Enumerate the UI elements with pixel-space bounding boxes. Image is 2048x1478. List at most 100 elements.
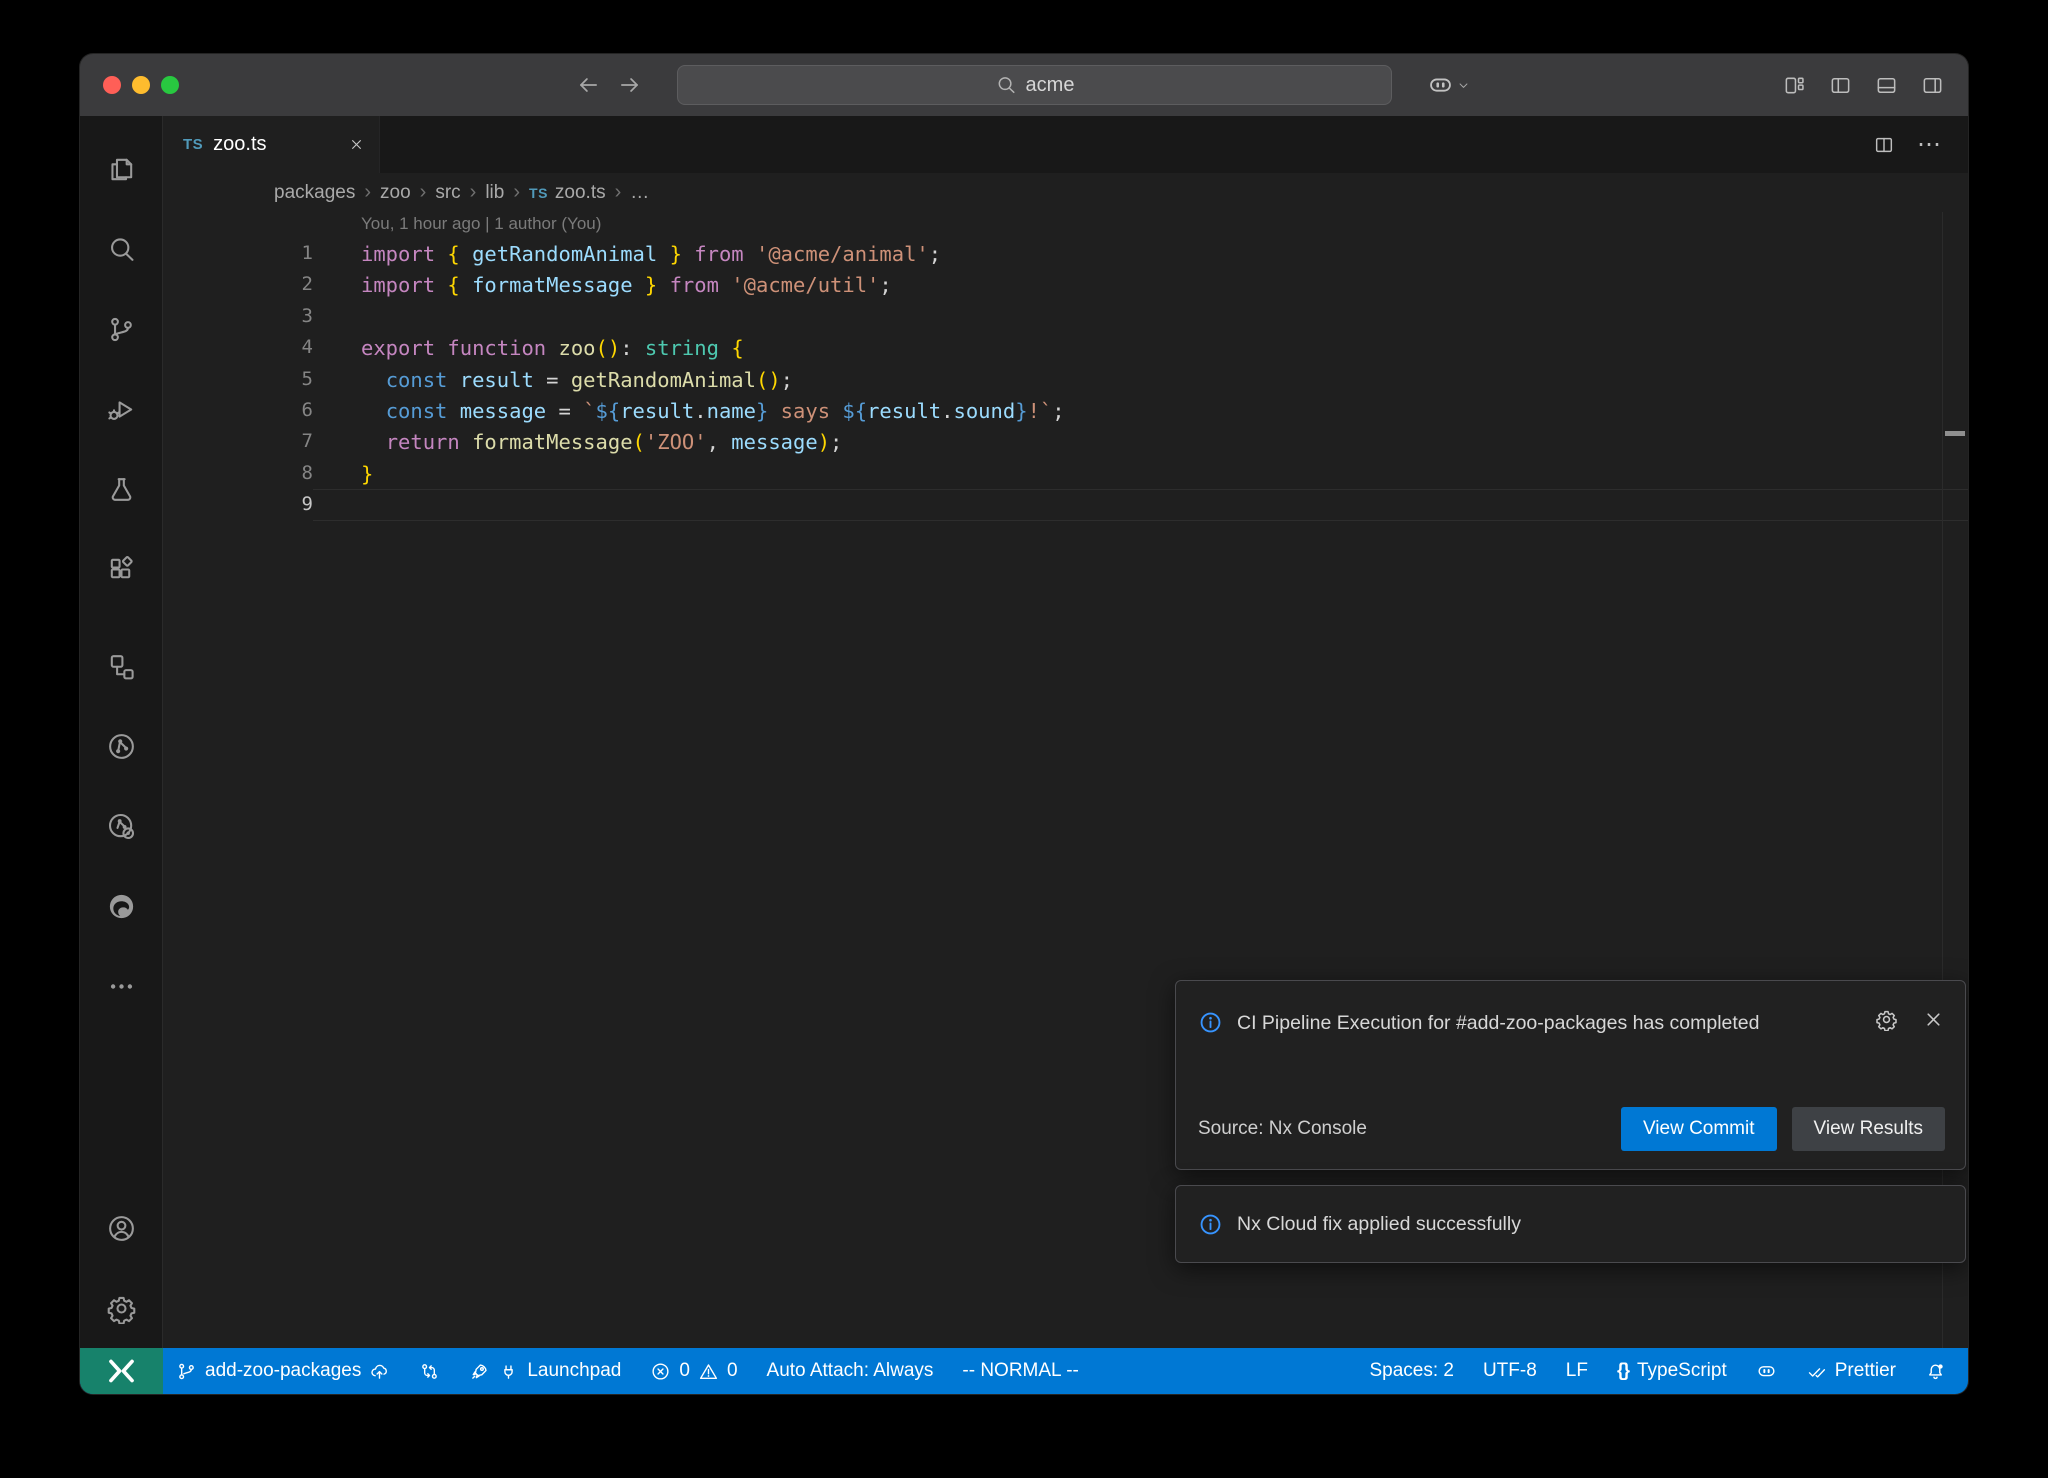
activity-accounts[interactable] bbox=[80, 1188, 163, 1268]
activity-settings[interactable] bbox=[80, 1268, 163, 1348]
code-line-9[interactable]: 9 bbox=[163, 489, 1968, 520]
status-git-compare[interactable] bbox=[419, 1348, 440, 1394]
status-git-branch[interactable]: add-zoo-packages bbox=[176, 1348, 390, 1394]
info-icon bbox=[1198, 1212, 1223, 1237]
view-results-button[interactable]: View Results bbox=[1792, 1107, 1945, 1151]
status-label: add-zoo-packages bbox=[205, 1360, 361, 1382]
breadcrumb-item[interactable]: zoo bbox=[380, 182, 411, 204]
toggle-panel-icon[interactable] bbox=[1875, 74, 1898, 97]
status-prettier[interactable]: Prettier bbox=[1806, 1348, 1896, 1394]
activity-edge-devtools[interactable] bbox=[80, 866, 163, 946]
status-language[interactable]: {}TypeScript bbox=[1617, 1348, 1727, 1394]
breadcrumb-label: zoo.ts bbox=[555, 182, 606, 204]
activity-extensions[interactable] bbox=[80, 529, 163, 609]
status-label: Launchpad bbox=[527, 1360, 621, 1382]
line-number: 1 bbox=[163, 238, 313, 269]
git-blame-lens[interactable]: You, 1 hour ago | 1 author (You) bbox=[361, 214, 601, 234]
code-line-1[interactable]: 1import { getRandomAnimal } from '@acme/… bbox=[163, 238, 1968, 269]
status-problems[interactable]: 00 bbox=[650, 1348, 737, 1394]
status-encoding[interactable]: UTF-8 bbox=[1483, 1348, 1537, 1394]
activity-source-control[interactable] bbox=[80, 289, 163, 369]
error-icon bbox=[650, 1361, 671, 1382]
settings-icon bbox=[106, 1293, 137, 1324]
code-line-2[interactable]: 2import { formatMessage } from '@acme/ut… bbox=[163, 269, 1968, 300]
title-bar: acme bbox=[80, 54, 1968, 116]
status-vim-mode[interactable]: -- NORMAL -- bbox=[962, 1348, 1078, 1394]
view-commit-button[interactable]: View Commit bbox=[1621, 1107, 1777, 1151]
code-line-8[interactable]: 8} bbox=[163, 458, 1968, 489]
status-label: Spaces: 2 bbox=[1369, 1360, 1454, 1382]
edge-devtools-icon bbox=[106, 891, 137, 922]
status-label: Prettier bbox=[1835, 1360, 1896, 1382]
activity-explorer[interactable] bbox=[80, 129, 163, 209]
git-compare-icon bbox=[419, 1361, 440, 1382]
code-line-4[interactable]: 4export function zoo(): string { bbox=[163, 332, 1968, 363]
breadcrumb-item[interactable]: src bbox=[435, 182, 460, 204]
breadcrumb-separator: › bbox=[513, 181, 520, 204]
breadcrumb-label: src bbox=[435, 182, 460, 204]
breadcrumb-label: packages bbox=[274, 182, 355, 204]
line-number: 6 bbox=[163, 395, 313, 426]
window-controls bbox=[103, 76, 179, 94]
activity-project-graph[interactable] bbox=[80, 626, 163, 706]
breadcrumb-item[interactable]: packages bbox=[274, 182, 355, 204]
code-line-5[interactable]: 5 const result = getRandomAnimal(); bbox=[163, 364, 1968, 395]
command-center-search[interactable]: acme bbox=[677, 65, 1392, 105]
breadcrumb-item[interactable]: lib bbox=[485, 182, 504, 204]
status-auto-attach[interactable]: Auto Attach: Always bbox=[767, 1348, 934, 1394]
tab-bar: TS zoo.ts ⋯ bbox=[163, 116, 1968, 173]
status-label: -- NORMAL -- bbox=[962, 1360, 1078, 1382]
status-indentation[interactable]: Spaces: 2 bbox=[1369, 1348, 1454, 1394]
minimize-window-button[interactable] bbox=[132, 76, 150, 94]
activity-nx-console[interactable] bbox=[80, 706, 163, 786]
code-text: import { getRandomAnimal } from '@acme/a… bbox=[313, 238, 1968, 269]
layout-controls bbox=[1783, 54, 1944, 116]
close-tab-icon[interactable] bbox=[348, 136, 365, 153]
toggle-primary-sidebar-icon[interactable] bbox=[1829, 74, 1852, 97]
breadcrumb: packages›zoo›src›lib›TSzoo.ts›… bbox=[163, 173, 1968, 212]
split-editor-icon[interactable] bbox=[1873, 134, 1895, 156]
chevron-down-icon bbox=[1456, 78, 1471, 93]
breadcrumb-item[interactable]: TSzoo.ts bbox=[529, 182, 606, 204]
status-launchpad[interactable]: Launchpad bbox=[469, 1348, 621, 1394]
activity-search[interactable] bbox=[80, 209, 163, 289]
breadcrumb-item[interactable]: … bbox=[630, 182, 649, 204]
activity-nx-cloud[interactable] bbox=[80, 786, 163, 866]
code-line-6[interactable]: 6 const message = `${result.name} says $… bbox=[163, 395, 1968, 426]
toggle-secondary-sidebar-icon[interactable] bbox=[1921, 74, 1944, 97]
customize-layout-icon[interactable] bbox=[1783, 74, 1806, 97]
code-text: export function zoo(): string { bbox=[313, 332, 1968, 363]
zoom-window-button[interactable] bbox=[161, 76, 179, 94]
activity-run-debug[interactable] bbox=[80, 369, 163, 449]
copilot-menu[interactable] bbox=[1427, 54, 1471, 116]
status-eol[interactable]: LF bbox=[1566, 1348, 1588, 1394]
code-text bbox=[313, 489, 1968, 520]
vscode-window: acme TS zoo.ts ⋯ packages › zoo bbox=[80, 54, 1968, 1394]
arrow-left-icon[interactable] bbox=[575, 72, 601, 98]
status-label: UTF-8 bbox=[1483, 1360, 1537, 1382]
status-label: Auto Attach: Always bbox=[767, 1360, 934, 1382]
code-line-3[interactable]: 3 bbox=[163, 301, 1968, 332]
arrow-right-icon[interactable] bbox=[617, 72, 643, 98]
activity-bar bbox=[80, 116, 163, 1348]
notification-settings-icon[interactable] bbox=[1875, 1008, 1898, 1031]
status-notifications-bell[interactable] bbox=[1925, 1348, 1946, 1394]
status-copilot[interactable] bbox=[1756, 1348, 1777, 1394]
code-text: const result = getRandomAnimal(); bbox=[313, 364, 1968, 395]
tab-zoo-ts[interactable]: TS zoo.ts bbox=[163, 116, 380, 173]
code-editor[interactable]: You, 1 hour ago | 1 author (You) 1import… bbox=[163, 212, 1968, 1348]
info-icon bbox=[1198, 1010, 1223, 1035]
close-window-button[interactable] bbox=[103, 76, 121, 94]
activity-more[interactable] bbox=[80, 946, 163, 1026]
status-label: LF bbox=[1566, 1360, 1588, 1382]
testing-icon bbox=[106, 474, 137, 505]
notification-close-icon[interactable] bbox=[1922, 1008, 1945, 1031]
activity-testing[interactable] bbox=[80, 449, 163, 529]
more-actions-icon[interactable]: ⋯ bbox=[1917, 140, 1942, 150]
git-branch-icon bbox=[176, 1361, 197, 1382]
remote-indicator[interactable] bbox=[80, 1348, 163, 1394]
breadcrumb-separator: › bbox=[364, 181, 371, 204]
code-line-7[interactable]: 7 return formatMessage('ZOO', message); bbox=[163, 426, 1968, 457]
copilot-icon bbox=[1427, 72, 1454, 99]
breadcrumb-label: … bbox=[630, 182, 649, 204]
